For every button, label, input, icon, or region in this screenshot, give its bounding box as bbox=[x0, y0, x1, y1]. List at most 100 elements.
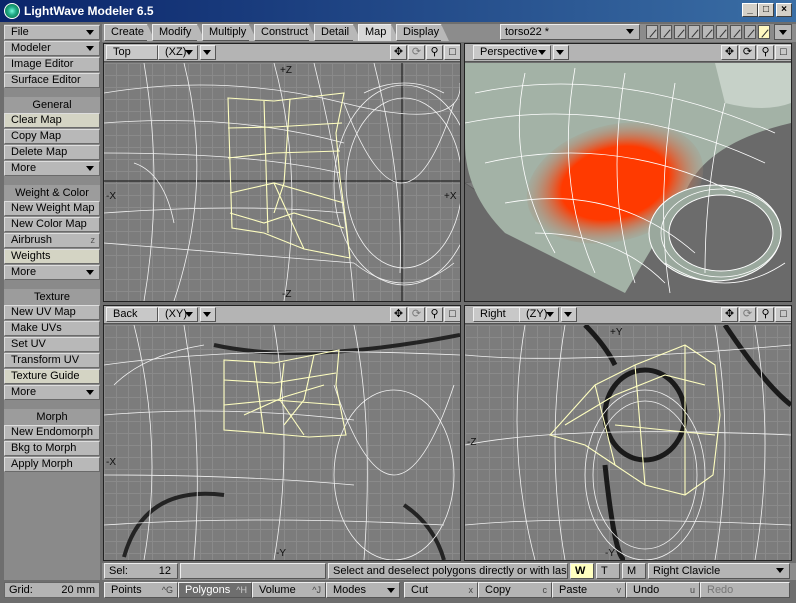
close-button[interactable]: × bbox=[776, 3, 792, 17]
texture-more-menu[interactable]: More bbox=[4, 385, 100, 400]
rotate-icon[interactable]: ⟳ bbox=[739, 45, 756, 60]
minimize-button[interactable]: _ bbox=[742, 3, 758, 17]
move-icon[interactable]: ✥ bbox=[721, 307, 738, 322]
bkg-to-morph-button[interactable]: Bkg to Morph bbox=[4, 441, 100, 456]
viewport-top-canvas[interactable]: +Z -X +X -Z bbox=[104, 62, 460, 301]
undo-shortcut: u bbox=[689, 585, 695, 595]
viewport-top-axes[interactable]: (XZ) bbox=[158, 45, 198, 60]
title-bar: LightWave Modeler 6.5 bbox=[0, 0, 796, 22]
points-label: Points bbox=[111, 584, 142, 596]
weight-map-toggle[interactable]: W bbox=[570, 563, 594, 579]
texture-map-toggle[interactable]: T bbox=[596, 563, 620, 579]
maximize-viewport-icon[interactable]: □ bbox=[444, 45, 460, 60]
viewport-right-mode[interactable] bbox=[561, 307, 577, 322]
redo-button[interactable]: Redo bbox=[700, 582, 790, 598]
rotate-icon[interactable]: ⟳ bbox=[408, 307, 425, 322]
make-uvs-button[interactable]: Make UVs bbox=[4, 321, 100, 336]
volume-mode-button[interactable]: Volume ^J bbox=[252, 582, 326, 598]
viewport-back-axes[interactable]: (XY) bbox=[158, 307, 198, 322]
layer-1[interactable] bbox=[646, 25, 658, 39]
viewport-top-mode[interactable] bbox=[200, 45, 216, 60]
transform-uv-button[interactable]: Transform UV bbox=[4, 353, 100, 368]
viewport-back[interactable]: Back (XY) ✥ ⟳ ⚲ □ -X -Y bbox=[103, 305, 461, 561]
rotate-icon[interactable]: ⟳ bbox=[408, 45, 425, 60]
layer-7[interactable] bbox=[730, 25, 742, 39]
maximize-viewport-icon[interactable]: □ bbox=[775, 307, 791, 322]
zoom-icon[interactable]: ⚲ bbox=[757, 45, 774, 60]
layer-2[interactable] bbox=[660, 25, 672, 39]
zoom-icon[interactable]: ⚲ bbox=[757, 307, 774, 322]
right-axis-west: -Z bbox=[467, 437, 476, 448]
layer-5[interactable] bbox=[702, 25, 714, 39]
texture-guide-button[interactable]: Texture Guide bbox=[4, 369, 100, 384]
move-icon[interactable]: ✥ bbox=[721, 45, 738, 60]
tab-create[interactable]: Create bbox=[104, 24, 155, 41]
viewport-right[interactable]: Right (ZY) ✥ ⟳ ⚲ □ +Y -Z -Y bbox=[464, 305, 792, 561]
points-mode-button[interactable]: Points ^G bbox=[104, 582, 178, 598]
layer-9[interactable] bbox=[758, 25, 770, 39]
paste-button[interactable]: Paste v bbox=[552, 582, 626, 598]
layer-dropdown[interactable] bbox=[774, 24, 792, 40]
general-more-menu[interactable]: More bbox=[4, 161, 100, 176]
new-color-map-button[interactable]: New Color Map bbox=[4, 217, 100, 232]
viewport-persp-mode[interactable] bbox=[553, 45, 569, 60]
texture-heading: Texture bbox=[4, 289, 100, 305]
maximize-viewport-icon[interactable]: □ bbox=[444, 307, 460, 322]
copy-map-button[interactable]: Copy Map bbox=[4, 129, 100, 144]
delete-map-button[interactable]: Delete Map bbox=[4, 145, 100, 160]
maximize-viewport-icon[interactable]: □ bbox=[775, 45, 791, 60]
viewport-perspective[interactable]: Perspective ✥ ⟳ ⚲ □ bbox=[464, 43, 792, 302]
move-icon[interactable]: ✥ bbox=[390, 307, 407, 322]
viewport-back-canvas[interactable]: -X -Y bbox=[104, 324, 460, 560]
tab-modify[interactable]: Modify bbox=[152, 24, 205, 41]
tab-construct[interactable]: Construct bbox=[254, 24, 317, 41]
weight-more-menu[interactable]: More bbox=[4, 265, 100, 280]
maximize-button[interactable]: □ bbox=[758, 3, 774, 17]
layer-4[interactable] bbox=[688, 25, 700, 39]
layer-3[interactable] bbox=[674, 25, 686, 39]
top-axis-south: -Z bbox=[282, 289, 291, 300]
copy-button[interactable]: Copy c bbox=[478, 582, 552, 598]
viewport-top[interactable]: Top (XZ) ✥ ⟳ ⚲ □ +Z -X +X -Z bbox=[103, 43, 461, 302]
new-weight-map-button[interactable]: New Weight Map bbox=[4, 201, 100, 216]
layer-6[interactable] bbox=[716, 25, 728, 39]
clear-map-button[interactable]: Clear Map bbox=[4, 113, 100, 128]
tab-display[interactable]: Display bbox=[396, 24, 449, 41]
viewport-back-name[interactable]: Back bbox=[106, 307, 158, 322]
file-menu[interactable]: File bbox=[4, 25, 100, 40]
new-endomorph-button[interactable]: New Endomorph bbox=[4, 425, 100, 440]
image-editor-button[interactable]: Image Editor bbox=[4, 57, 100, 72]
apply-morph-button[interactable]: Apply Morph bbox=[4, 457, 100, 472]
tab-map[interactable]: Map bbox=[358, 24, 399, 41]
back-mesh-drawing: -X -Y bbox=[104, 324, 460, 560]
viewport-right-canvas[interactable]: +Y -Z -Y bbox=[465, 323, 791, 560]
tab-detail[interactable]: Detail bbox=[314, 24, 361, 41]
move-icon[interactable]: ✥ bbox=[390, 45, 407, 60]
viewport-right-axes[interactable]: (ZY) bbox=[519, 307, 559, 322]
selection-count: Sel: 12 bbox=[104, 563, 178, 579]
undo-button[interactable]: Undo u bbox=[626, 582, 700, 598]
modeler-menu[interactable]: Modeler bbox=[4, 41, 100, 56]
tab-multiply[interactable]: Multiply bbox=[202, 24, 257, 41]
polygons-mode-button[interactable]: Polygons ^H bbox=[178, 582, 252, 598]
vertex-map-selector[interactable]: Right Clavicle bbox=[648, 563, 790, 579]
airbrush-button[interactable]: Airbrush z bbox=[4, 233, 100, 248]
viewport-back-mode[interactable] bbox=[200, 307, 216, 322]
viewport-persp-canvas[interactable] bbox=[465, 63, 791, 301]
viewport-right-name[interactable]: Right bbox=[473, 307, 525, 322]
modes-menu[interactable]: Modes bbox=[326, 582, 400, 598]
surface-editor-button[interactable]: Surface Editor bbox=[4, 73, 100, 88]
weights-button[interactable]: Weights bbox=[4, 249, 100, 264]
set-uv-button[interactable]: Set UV bbox=[4, 337, 100, 352]
viewport-persp-name[interactable]: Perspective bbox=[473, 45, 551, 60]
zoom-icon[interactable]: ⚲ bbox=[426, 45, 443, 60]
rotate-icon[interactable]: ⟳ bbox=[739, 307, 756, 322]
object-selector[interactable]: torso22 * bbox=[500, 24, 640, 40]
paste-label: Paste bbox=[559, 584, 588, 596]
new-uv-map-button[interactable]: New UV Map bbox=[4, 305, 100, 320]
zoom-icon[interactable]: ⚲ bbox=[426, 307, 443, 322]
viewport-top-name[interactable]: Top bbox=[106, 45, 158, 60]
morph-map-toggle[interactable]: M bbox=[622, 563, 646, 579]
layer-8[interactable] bbox=[744, 25, 756, 39]
cut-button[interactable]: Cut x bbox=[404, 582, 478, 598]
